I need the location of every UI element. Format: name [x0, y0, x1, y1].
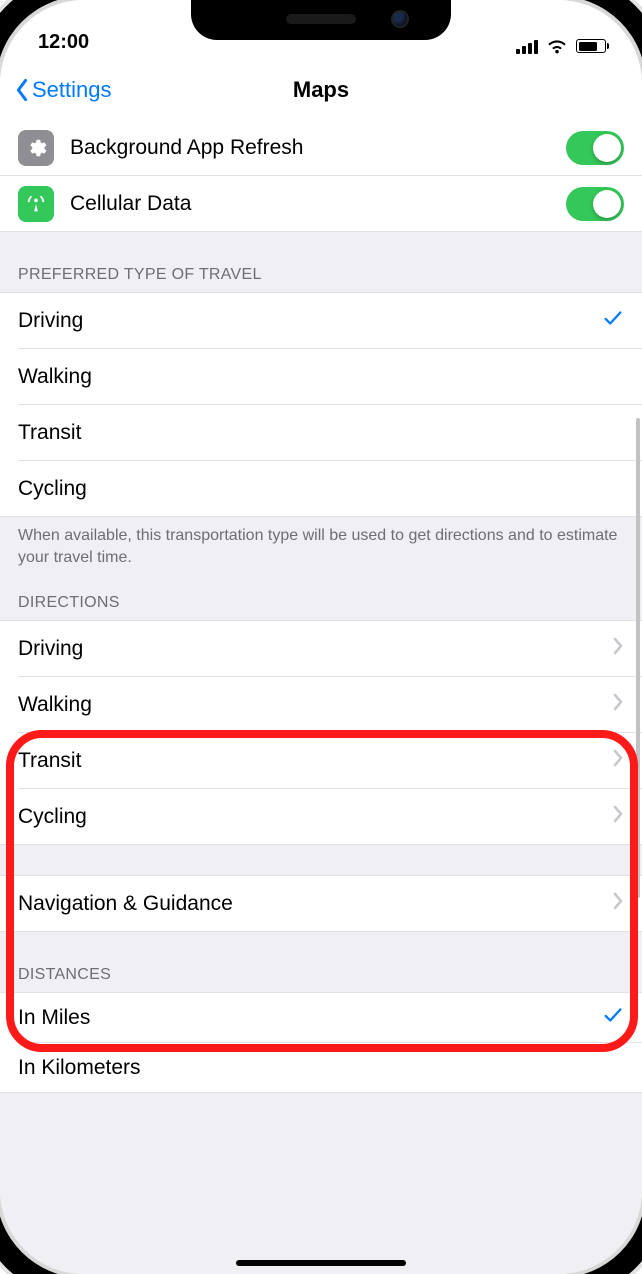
section-header-directions: DIRECTIONS: [0, 578, 642, 620]
distances-kilometers-row[interactable]: In Kilometers: [0, 1043, 642, 1093]
cellular-signal-icon: [516, 38, 538, 54]
row-label: Cycling: [18, 477, 624, 501]
distances-miles-row[interactable]: In Miles: [0, 993, 642, 1043]
navigation-guidance-row[interactable]: Navigation & Guidance: [0, 876, 642, 932]
phone-frame: 12:00 Settings Maps: [0, 0, 642, 1274]
row-label: Navigation & Guidance: [18, 892, 596, 916]
row-label: Walking: [18, 693, 596, 717]
row-label: Transit: [18, 749, 596, 773]
row-label: In Kilometers: [18, 1056, 624, 1080]
checkmark-icon: [602, 1004, 624, 1032]
cellular-data-row[interactable]: Cellular Data: [0, 176, 642, 232]
row-label: Cycling: [18, 805, 596, 829]
row-label: Cellular Data: [70, 192, 550, 216]
preferred-transit-row[interactable]: Transit: [0, 405, 642, 461]
directions-driving-row[interactable]: Driving: [0, 621, 642, 677]
content[interactable]: Background App Refresh Cellular Data PRE…: [0, 120, 642, 1274]
section-header-preferred: PREFERRED TYPE OF TRAVEL: [0, 232, 642, 292]
battery-icon: [576, 39, 606, 53]
preferred-cycling-row[interactable]: Cycling: [0, 461, 642, 517]
home-indicator[interactable]: [236, 1260, 406, 1266]
row-label: Driving: [18, 309, 586, 333]
status-time: 12:00: [38, 31, 89, 54]
directions-cycling-row[interactable]: Cycling: [0, 789, 642, 845]
gear-icon: [18, 130, 54, 166]
row-label: In Miles: [18, 1006, 586, 1030]
chevron-left-icon: [14, 78, 30, 102]
preferred-driving-row[interactable]: Driving: [0, 293, 642, 349]
cellular-icon: [18, 186, 54, 222]
background-app-refresh-row[interactable]: Background App Refresh: [0, 120, 642, 176]
row-label: Background App Refresh: [70, 136, 550, 160]
notch: [191, 0, 451, 40]
section-header-distances: DISTANCES: [0, 932, 642, 992]
row-label: Transit: [18, 421, 624, 445]
checkmark-icon: [602, 307, 624, 335]
directions-walking-row[interactable]: Walking: [0, 677, 642, 733]
wifi-icon: [546, 38, 568, 54]
chevron-right-icon: [612, 748, 624, 774]
chevron-right-icon: [612, 891, 624, 917]
chevron-right-icon: [612, 636, 624, 662]
row-label: Driving: [18, 637, 596, 661]
back-button[interactable]: Settings: [14, 77, 112, 103]
chevron-right-icon: [612, 804, 624, 830]
directions-transit-row[interactable]: Transit: [0, 733, 642, 789]
row-label: Walking: [18, 365, 624, 389]
toggle-switch[interactable]: [566, 187, 624, 221]
section-footer-preferred: When available, this transportation type…: [0, 517, 642, 578]
preferred-walking-row[interactable]: Walking: [0, 349, 642, 405]
toggle-switch[interactable]: [566, 131, 624, 165]
scroll-indicator: [636, 418, 640, 898]
chevron-right-icon: [612, 692, 624, 718]
nav-bar: Settings Maps: [0, 60, 642, 120]
back-label: Settings: [32, 77, 112, 103]
